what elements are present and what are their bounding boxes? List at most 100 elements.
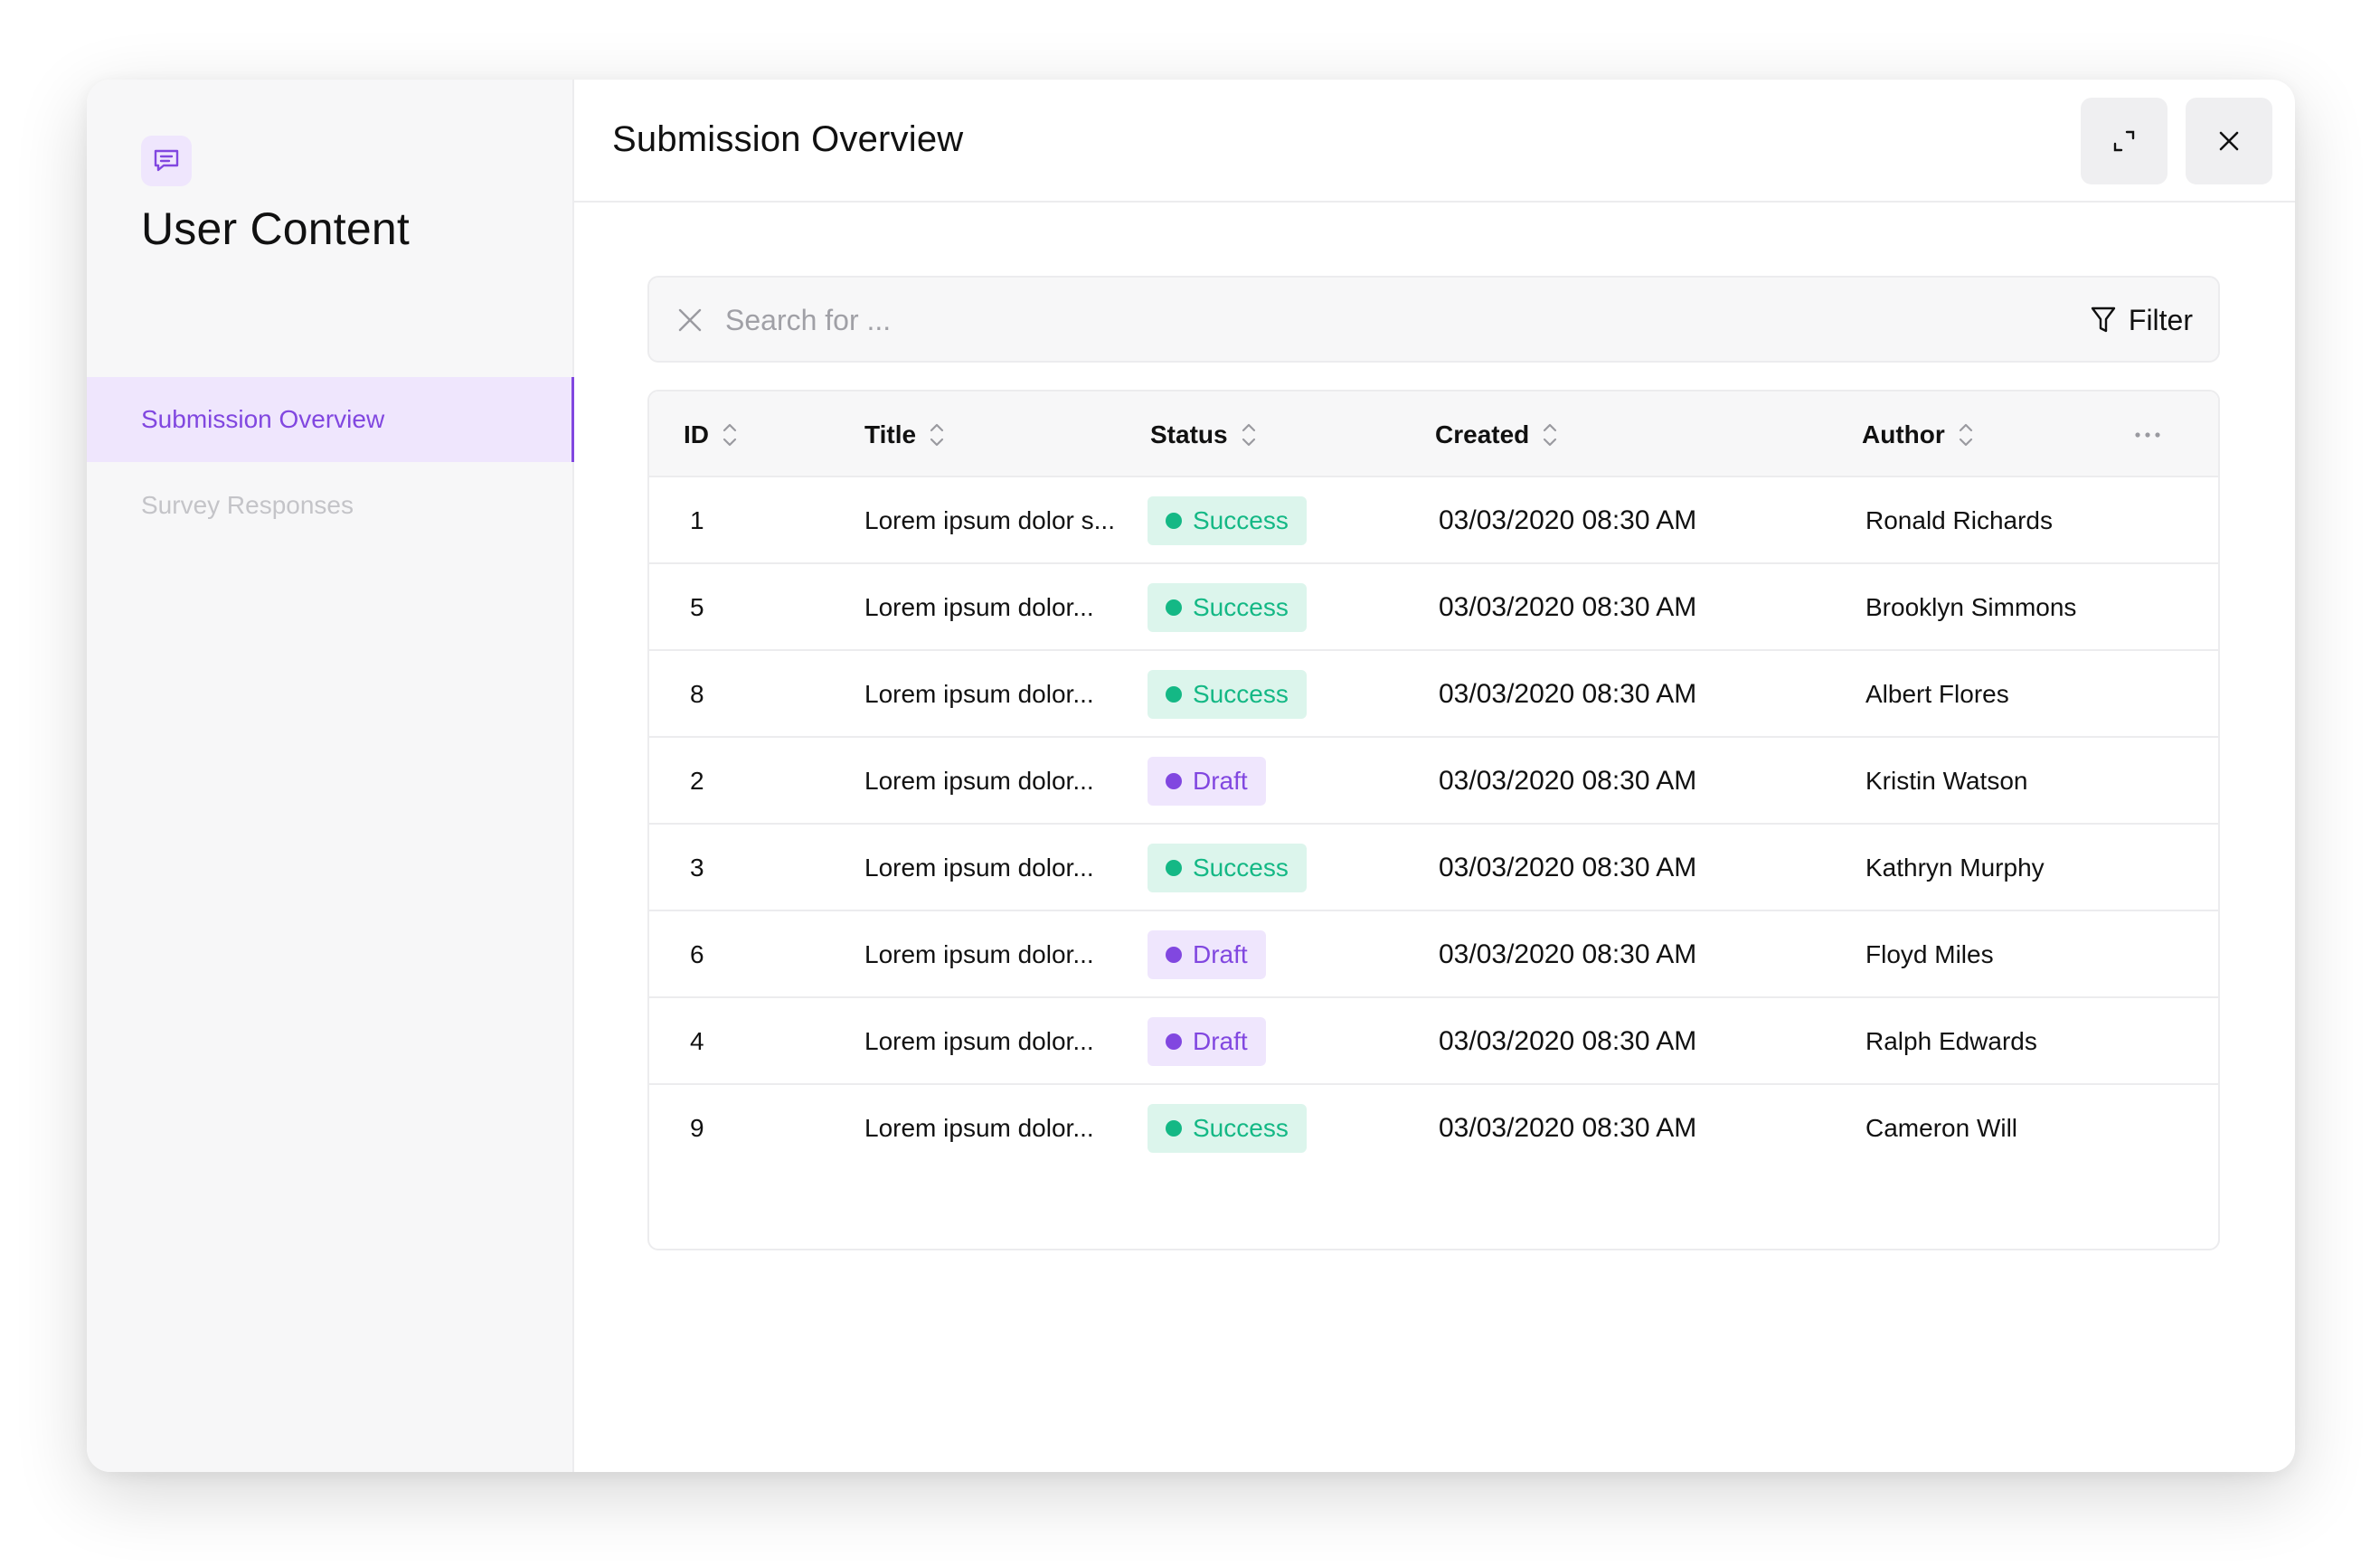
status-dot <box>1166 773 1182 789</box>
column-label: Author <box>1862 420 1945 448</box>
status-badge: Success <box>1148 670 1307 719</box>
status-dot <box>1166 686 1182 703</box>
cell-id: 9 <box>690 1114 704 1142</box>
column-label: Title <box>864 420 917 448</box>
sidebar-item-label: Submission Overview <box>141 405 385 433</box>
table-row[interactable]: 5 Lorem ipsum dolor... Success 03/03/202… <box>649 564 2218 651</box>
cell-title: Lorem ipsum dolor... <box>864 940 1094 968</box>
column-header-author[interactable]: Author <box>1862 392 1974 477</box>
table-row[interactable]: 6 Lorem ipsum dolor... Draft 03/03/2020 … <box>649 911 2218 998</box>
sidebar-item-survey-responses[interactable]: Survey Responses <box>87 463 574 548</box>
status-label: Draft <box>1193 767 1248 795</box>
table-row[interactable]: 8 Lorem ipsum dolor... Success 03/03/202… <box>649 651 2218 738</box>
column-label: ID <box>684 420 709 448</box>
close-button[interactable] <box>2186 98 2272 184</box>
status-dot <box>1166 599 1182 616</box>
status-label: Success <box>1193 593 1289 621</box>
sort-icon <box>1242 423 1255 446</box>
cell-created: 03/03/2020 08:30 AM <box>1439 1113 1697 1143</box>
search-input[interactable] <box>725 296 1901 344</box>
cell-created: 03/03/2020 08:30 AM <box>1439 939 1697 969</box>
cell-author: Kathryn Murphy <box>1865 854 2045 882</box>
status-dot <box>1166 1033 1182 1050</box>
cell-status: Success <box>1148 477 1307 564</box>
cell-created: 03/03/2020 08:30 AM <box>1439 505 1697 535</box>
table-body: 1 Lorem ipsum dolor s... Success 03/03/2… <box>649 477 2218 1172</box>
cell-author: Kristin Watson <box>1865 767 2028 795</box>
sidebar-item-label: Survey Responses <box>141 491 354 519</box>
cell-created: 03/03/2020 08:30 AM <box>1439 592 1697 622</box>
status-label: Success <box>1193 506 1289 534</box>
status-label: Success <box>1193 680 1289 708</box>
cell-title: Lorem ipsum dolor... <box>864 593 1094 621</box>
status-badge: Draft <box>1148 1017 1266 1066</box>
filter-label: Filter <box>2128 303 2193 336</box>
status-dot <box>1166 513 1182 529</box>
cell-created: 03/03/2020 08:30 AM <box>1439 766 1697 796</box>
cell-created: 03/03/2020 08:30 AM <box>1439 679 1697 709</box>
status-dot <box>1166 860 1182 876</box>
submissions-table: ID Title Status Created Author 1 Lorem i… <box>647 390 2220 1250</box>
cell-status: Draft <box>1148 911 1266 998</box>
table-row[interactable]: 4 Lorem ipsum dolor... Draft 03/03/2020 … <box>649 998 2218 1085</box>
cell-id: 5 <box>690 593 704 621</box>
status-label: Draft <box>1193 940 1248 968</box>
chat-bubble-icon <box>141 136 192 186</box>
status-label: Draft <box>1193 1027 1248 1055</box>
status-badge: Success <box>1148 844 1307 892</box>
status-label: Success <box>1193 1114 1289 1142</box>
search-bar: Filter <box>647 276 2220 363</box>
column-header-created[interactable]: Created <box>1435 392 1558 477</box>
status-label: Success <box>1193 854 1289 882</box>
cell-status: Success <box>1148 825 1307 911</box>
more-horizontal-icon <box>2135 432 2160 438</box>
cell-author: Ralph Edwards <box>1865 1027 2037 1055</box>
cell-title: Lorem ipsum dolor... <box>864 767 1094 795</box>
column-header-title[interactable]: Title <box>864 392 945 477</box>
table-row[interactable]: 3 Lorem ipsum dolor... Success 03/03/202… <box>649 825 2218 911</box>
panel-header: Submission Overview <box>574 80 2295 203</box>
cell-status: Success <box>1148 564 1307 651</box>
table-row[interactable]: 9 Lorem ipsum dolor... Success 03/03/202… <box>649 1085 2218 1172</box>
clear-search-icon[interactable] <box>676 307 704 334</box>
cell-author: Cameron Will <box>1865 1114 2018 1142</box>
sidebar-item-submission-overview[interactable]: Submission Overview <box>87 377 574 462</box>
cell-author: Albert Flores <box>1865 680 2009 708</box>
close-icon <box>2219 131 2239 151</box>
main-panel: Submission Overview Search for ... Filte… <box>574 80 2295 1472</box>
column-label: Status <box>1150 420 1228 448</box>
column-header-status[interactable]: Status <box>1150 392 1257 477</box>
status-badge: Draft <box>1148 930 1266 979</box>
cell-created: 03/03/2020 08:30 AM <box>1439 1026 1697 1056</box>
cell-title: Lorem ipsum dolor... <box>864 680 1094 708</box>
cell-id: 2 <box>690 767 704 795</box>
expand-button[interactable] <box>2081 98 2168 184</box>
status-badge: Draft <box>1148 757 1266 806</box>
status-badge: Success <box>1148 583 1307 632</box>
filter-button[interactable]: Filter <box>2091 299 2193 341</box>
cell-status: Draft <box>1148 998 1266 1085</box>
cell-title: Lorem ipsum dolor... <box>864 1114 1094 1142</box>
more-options-button[interactable] <box>2130 419 2166 451</box>
cell-id: 3 <box>690 854 704 882</box>
status-dot <box>1166 1120 1182 1137</box>
sidebar: User Content Submission Overview Survey … <box>87 80 574 1472</box>
cell-created: 03/03/2020 08:30 AM <box>1439 853 1697 882</box>
cell-status: Draft <box>1148 738 1266 825</box>
cell-id: 8 <box>690 680 704 708</box>
modal-window: User Content Submission Overview Survey … <box>87 80 2295 1472</box>
cell-author: Ronald Richards <box>1865 506 2053 534</box>
column-header-id[interactable]: ID <box>684 392 738 477</box>
page-title: Submission Overview <box>612 119 964 159</box>
status-dot <box>1166 947 1182 963</box>
expand-icon <box>2113 130 2135 152</box>
sort-icon <box>930 423 944 446</box>
sort-icon <box>1959 423 1972 446</box>
cell-author: Brooklyn Simmons <box>1865 593 2077 621</box>
table-row[interactable]: 1 Lorem ipsum dolor s... Success 03/03/2… <box>649 477 2218 564</box>
cell-title: Lorem ipsum dolor s... <box>864 506 1115 534</box>
table-row[interactable]: 2 Lorem ipsum dolor... Draft 03/03/2020 … <box>649 738 2218 825</box>
status-badge: Success <box>1148 1104 1307 1153</box>
column-label: Created <box>1435 420 1530 448</box>
cell-status: Success <box>1148 1085 1307 1172</box>
